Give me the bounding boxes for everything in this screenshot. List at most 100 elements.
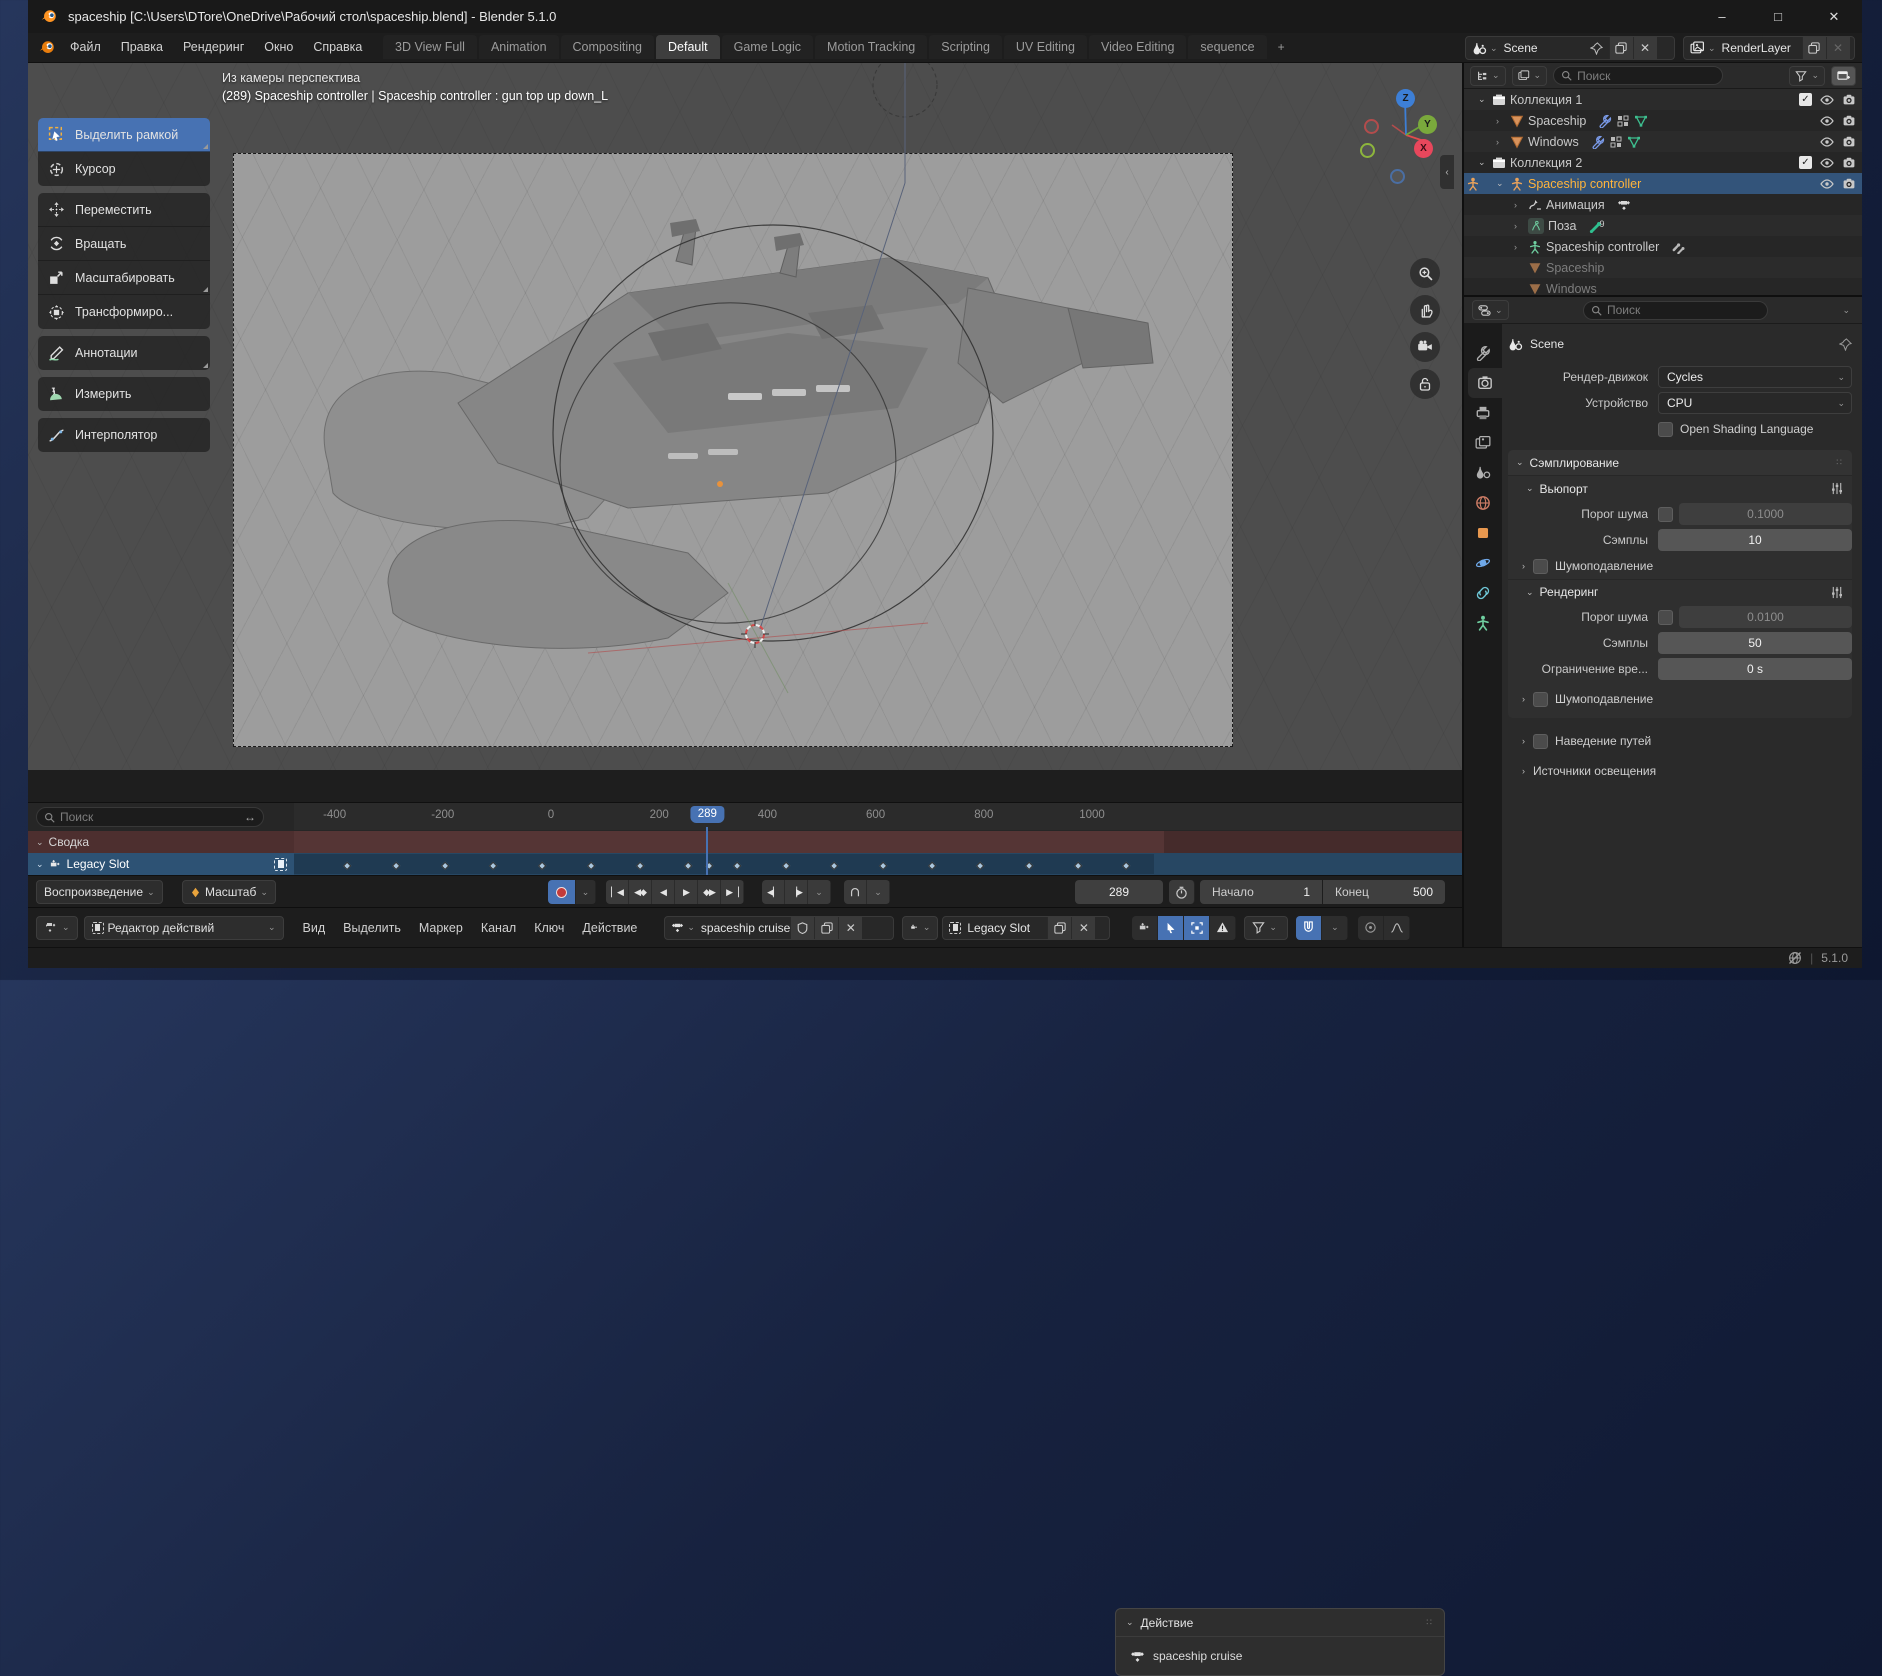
fake-user-shield-icon[interactable] [790, 917, 814, 939]
use-preview-range-toggle[interactable] [1169, 880, 1195, 904]
minimize-button[interactable]: – [1694, 0, 1750, 33]
timeline-ruler[interactable]: -400-20002004006008001000 [294, 803, 1462, 830]
play-reverse-button[interactable]: ◀ [652, 880, 675, 904]
workspace-tab-uv-editing[interactable]: UV Editing [1004, 35, 1087, 59]
presets-icon[interactable] [1830, 586, 1844, 599]
properties-breadcrumb[interactable]: Scene [1530, 337, 1564, 351]
cam-toggle[interactable] [1842, 114, 1856, 128]
outliner-item-label[interactable]: Поза [1548, 219, 1576, 233]
editor-mode-dropdown[interactable]: Редактор действий⌄ [84, 916, 284, 940]
new-collection-button[interactable] [1831, 66, 1856, 86]
properties-tab-world[interactable] [1464, 488, 1502, 518]
properties-tab-constraint[interactable] [1464, 578, 1502, 608]
keyframe-diamond[interactable] [879, 862, 887, 870]
properties-tab-viewlayer[interactable] [1464, 428, 1502, 458]
remove-slot-button[interactable]: ✕ [1071, 917, 1095, 939]
workspace-tab-default[interactable]: Default [656, 35, 720, 59]
outliner-item-label[interactable]: Spaceship controller [1528, 177, 1641, 191]
eye-toggle[interactable] [1820, 177, 1834, 191]
properties-tab-render[interactable] [1468, 368, 1502, 398]
scene-name[interactable]: Scene [1504, 41, 1584, 55]
autokey-dropdown[interactable]: ⌄ [576, 880, 596, 904]
loop-toggle[interactable] [844, 880, 867, 904]
workspace-tab-motion-tracking[interactable]: Motion Tracking [815, 35, 927, 59]
dopesheet-menu-Вид[interactable]: Вид [294, 921, 335, 935]
workspace-tab-video-editing[interactable]: Video Editing [1089, 35, 1186, 59]
action-panel-action-name[interactable]: spaceship cruise [1153, 1649, 1242, 1663]
outliner-item-label[interactable]: Анимация [1546, 198, 1605, 212]
tool-interpolate[interactable]: Интерполятор [38, 418, 210, 452]
frame-start-field[interactable]: Начало1 [1200, 880, 1322, 904]
eye-toggle[interactable] [1820, 114, 1834, 128]
filter-dropdown[interactable]: ⌄ [1244, 916, 1288, 940]
keyframe-diamond[interactable] [441, 862, 449, 870]
jump-end-button[interactable]: ▶▕ [721, 880, 744, 904]
lights-expand-icon[interactable]: › [1522, 766, 1525, 776]
loop-dropdown[interactable]: ⌄ [867, 880, 890, 904]
outliner-layer-dropdown[interactable]: ⌄ [1512, 66, 1548, 86]
editor-type-button-dopesheet[interactable]: ⌄ [36, 916, 78, 940]
render-noise-threshold-checkbox[interactable] [1658, 610, 1673, 625]
outliner-item-label[interactable]: Windows [1546, 282, 1597, 296]
view-layer-icon[interactable]: ⌄ [1684, 37, 1722, 59]
sidebar-collapse-icon[interactable]: ‹ [1440, 155, 1454, 189]
camera-view-icon[interactable] [1410, 332, 1440, 362]
axis-x[interactable]: X [1414, 139, 1433, 158]
dopesheet-menu-Ключ[interactable]: Ключ [525, 921, 573, 935]
outliner-item-label[interactable]: Spaceship controller [1546, 240, 1659, 254]
panel-drag-handle[interactable]: ∷ [1426, 1617, 1434, 1628]
outliner-item-label[interactable]: Spaceship [1546, 261, 1604, 275]
frame-end-field[interactable]: Конец500 [1323, 880, 1445, 904]
outliner-row-spaceship[interactable]: ›Spaceship [1464, 110, 1862, 131]
new-action-button[interactable] [814, 917, 838, 939]
outliner-item-label[interactable]: Spaceship [1528, 114, 1586, 128]
tool-scale[interactable]: Масштабировать [38, 261, 210, 295]
slot-pin-icon[interactable] [274, 858, 287, 871]
workspace-tab-3d-view-full[interactable]: 3D View Full [383, 35, 477, 59]
keyframe-diamond[interactable] [976, 862, 984, 870]
next-keyframe-button[interactable]: ◆▶ [698, 880, 721, 904]
eye-toggle[interactable] [1820, 156, 1834, 170]
outliner-row-spaceship-controller[interactable]: ›Spaceship controller [1464, 236, 1862, 257]
properties-tab-tool[interactable] [1464, 338, 1502, 368]
properties-editor-type[interactable]: ⌄ [1472, 300, 1509, 320]
outliner-row-spaceship[interactable]: Spaceship [1464, 257, 1862, 278]
workspace-tab-compositing[interactable]: Compositing [561, 35, 654, 59]
select-only-toggle[interactable] [1158, 916, 1184, 940]
dopesheet-menu-Выделить[interactable]: Выделить [334, 921, 410, 935]
add-workspace-button[interactable]: + [1269, 35, 1294, 59]
cam-toggle[interactable] [1842, 156, 1856, 170]
workspace-tab-scripting[interactable]: Scripting [929, 35, 1002, 59]
render-samples-field[interactable]: 50 [1658, 632, 1852, 654]
denoise2-expand-icon[interactable]: › [1522, 694, 1525, 704]
keyframe-diamond[interactable] [343, 862, 351, 870]
keyframe-diamond[interactable] [489, 862, 497, 870]
tool-cursor[interactable]: Курсор [38, 152, 210, 186]
maximize-button[interactable]: □ [1750, 0, 1806, 33]
main-menu-Рендеринг[interactable]: Рендеринг [173, 34, 254, 60]
properties-tab-physics[interactable] [1464, 548, 1502, 578]
tool-annotate[interactable]: Аннотации [38, 336, 210, 370]
outliner-row-анимация[interactable]: ›Анимация [1464, 194, 1862, 215]
properties-tab-output[interactable] [1464, 398, 1502, 428]
unlink-scene-button[interactable]: ✕ [1633, 37, 1657, 59]
snap-magnet-toggle[interactable] [1296, 916, 1322, 940]
tool-rotate[interactable]: Вращать [38, 227, 210, 261]
new-layer-button[interactable] [1802, 37, 1826, 59]
check-toggle[interactable]: ✓ [1799, 93, 1812, 106]
keyframe-diamond[interactable] [684, 862, 692, 870]
keyframe-diamond[interactable] [830, 862, 838, 870]
outliner-row-spaceship-controller[interactable]: ⌄Spaceship controller [1464, 173, 1862, 194]
outliner-item-label[interactable]: Windows [1528, 135, 1579, 149]
playhead-line[interactable] [706, 827, 708, 876]
keyframe-diamond[interactable] [733, 862, 741, 870]
workspace-tab-game-logic[interactable]: Game Logic [722, 35, 813, 59]
cam-toggle[interactable] [1842, 177, 1856, 191]
render-subsection-header[interactable]: ⌄Рендеринг [1508, 579, 1852, 604]
channel-row-summary[interactable]: ⌄Сводка [28, 831, 1462, 853]
main-menu-Справка[interactable]: Справка [303, 34, 372, 60]
filter-toggle-icon[interactable]: ↔ [244, 810, 256, 824]
device-dropdown[interactable]: CPU⌄ [1658, 392, 1852, 414]
main-menu-Правка[interactable]: Правка [111, 34, 173, 60]
denoise-expand-icon[interactable]: › [1522, 561, 1525, 571]
